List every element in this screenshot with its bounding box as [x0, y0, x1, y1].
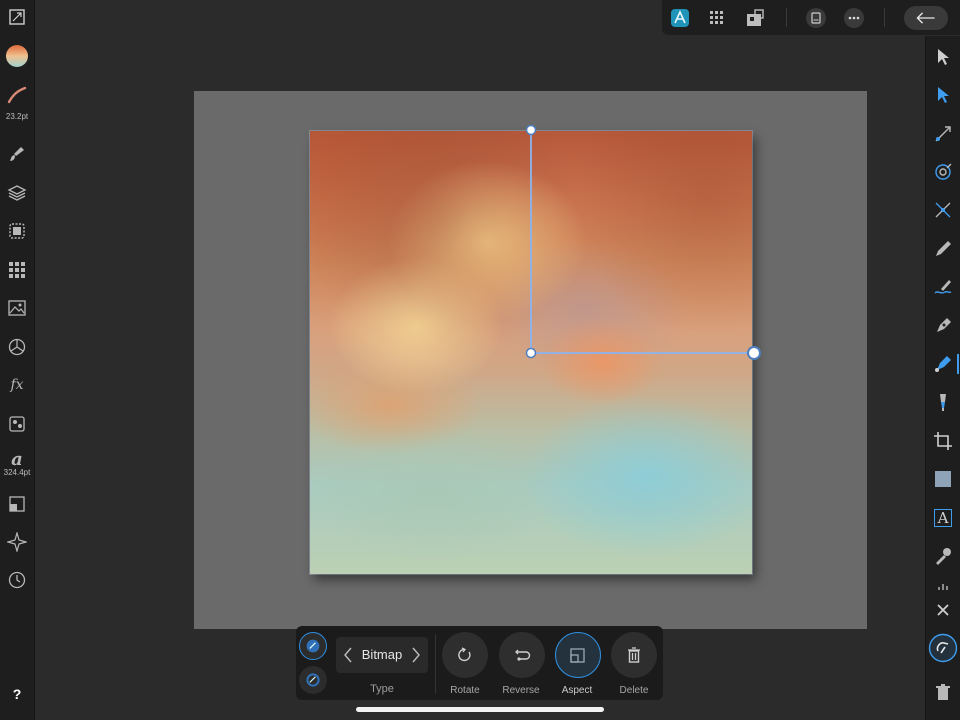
reverse-icon: [515, 649, 531, 661]
type-selector[interactable]: Bitmap: [336, 637, 428, 673]
top-toolbar: [662, 0, 960, 35]
gradient-tool-icon[interactable]: [926, 350, 960, 378]
fill-icon: [306, 639, 320, 653]
separator: [786, 8, 787, 27]
export-persona-icon[interactable]: [743, 6, 767, 30]
back-button[interactable]: [904, 6, 948, 30]
document-icon[interactable]: [804, 6, 828, 30]
reverse-label: Reverse: [502, 685, 540, 696]
adjustments-icon[interactable]: [0, 334, 34, 360]
color-swatch-icon[interactable]: [0, 43, 34, 69]
transform-icon[interactable]: [0, 491, 34, 517]
pencil-tool-icon[interactable]: [926, 235, 960, 263]
right-toolbar: A: [925, 36, 960, 720]
stroke-icon: [306, 673, 320, 687]
styles-icon[interactable]: [0, 411, 34, 437]
reverse-button[interactable]: [499, 632, 545, 678]
history-icon[interactable]: [0, 567, 34, 593]
trash-icon: [628, 647, 640, 663]
text-tool-glyph: A: [933, 509, 953, 527]
help-button[interactable]: ?: [0, 681, 34, 707]
contour-tool-icon[interactable]: [926, 196, 960, 224]
aspect-label: Aspect: [561, 685, 593, 696]
image-icon[interactable]: [0, 295, 34, 321]
grid-icon[interactable]: [0, 257, 34, 283]
layers-icon[interactable]: [0, 180, 34, 206]
move-tool-icon[interactable]: [926, 43, 960, 71]
navigator-icon[interactable]: [0, 529, 34, 555]
close-icon[interactable]: [926, 596, 960, 624]
delete-button[interactable]: [611, 632, 657, 678]
rotate-button[interactable]: [442, 632, 488, 678]
rotate-icon: [458, 647, 471, 662]
aspect-icon: [570, 648, 585, 663]
text-size-label: 324.4pt: [3, 468, 31, 477]
left-toolbar: 23.2pt fx a 324.4pt ?: [0, 0, 35, 720]
type-label: Type: [370, 683, 394, 695]
more-options-icon[interactable]: [842, 6, 866, 30]
active-tool-indicator: [957, 354, 959, 374]
node-tool-icon[interactable]: [926, 81, 960, 109]
delete-label: Delete: [619, 685, 649, 696]
separator: [884, 8, 885, 27]
watercolor-bitmap[interactable]: [310, 131, 752, 574]
fill-mode-button[interactable]: [299, 632, 327, 660]
trash-icon[interactable]: [926, 679, 960, 707]
artistic-text-tool-icon[interactable]: A: [926, 504, 960, 532]
rotate-label: Rotate: [450, 685, 480, 696]
vector-crop-tool-icon[interactable]: [926, 427, 960, 455]
pen-tool-icon[interactable]: [926, 312, 960, 340]
stroke-mode-button[interactable]: [299, 666, 327, 694]
pixel-persona-icon[interactable]: [705, 6, 729, 30]
brush-stroke-icon[interactable]: [0, 82, 34, 108]
fx-icon[interactable]: fx: [0, 372, 34, 398]
snapping-button[interactable]: [926, 633, 960, 663]
rectangle-tool-icon[interactable]: [926, 465, 960, 493]
more-tools-icon[interactable]: [926, 580, 960, 594]
corner-tool-icon[interactable]: [926, 120, 960, 148]
brush-icon[interactable]: [0, 141, 34, 167]
aspect-button[interactable]: [555, 632, 601, 678]
view-mode-icon[interactable]: [0, 4, 34, 30]
context-toolbar: Bitmap Type Rotate Reverse Aspect Delete: [296, 626, 663, 700]
selection-icon[interactable]: [0, 218, 34, 244]
brush-size-label: 23.2pt: [5, 112, 29, 121]
app-persona-icon[interactable]: [668, 6, 692, 30]
vector-brush-tool-icon[interactable]: [926, 273, 960, 301]
arrow-left-icon: [916, 12, 935, 24]
point-transform-tool-icon[interactable]: [926, 158, 960, 186]
color-picker-tool-icon[interactable]: [926, 542, 960, 570]
transparency-tool-icon[interactable]: [926, 388, 960, 416]
home-indicator: [356, 707, 604, 712]
chevron-right-icon[interactable]: [410, 645, 422, 665]
